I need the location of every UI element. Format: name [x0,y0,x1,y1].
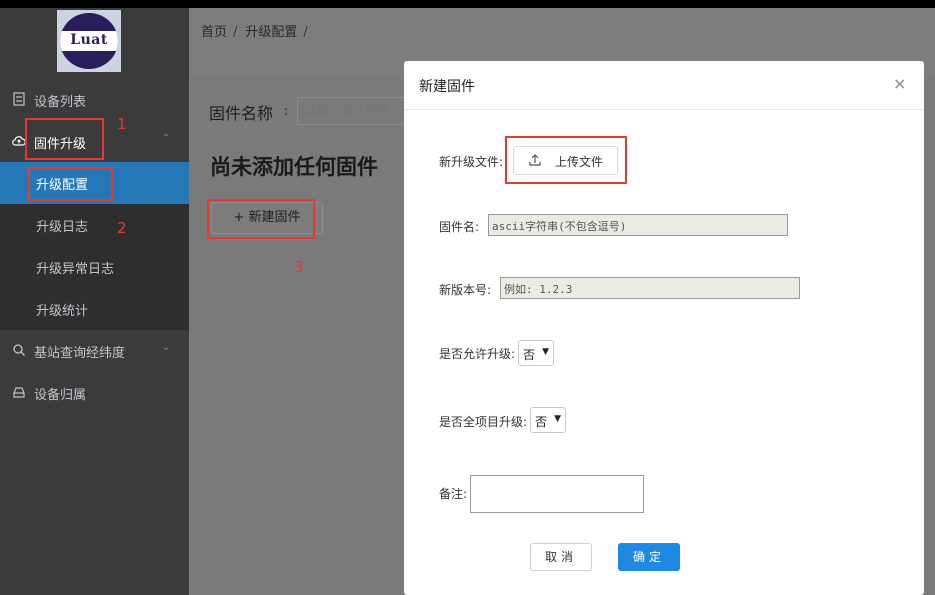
annotation-box-1 [25,118,104,160]
sidebar-item-label: 升级异常日志 [36,262,115,277]
empty-state-title: 尚未添加任何固件 [210,155,378,179]
all-project-upgrade-select[interactable]: 否 ▼ [530,407,566,433]
sidebar-item-label: 设备列表 [34,95,87,110]
note-field[interactable] [470,475,644,513]
chevron-down-icon: ⌄ [162,342,171,353]
annotation-box-2 [28,167,113,201]
logo-text: Luat [70,32,108,48]
annotation-box-upload [505,136,627,184]
confirm-button[interactable]: 确定 [618,543,680,571]
all-project-upgrade-value: 否 [535,415,548,429]
breadcrumb-home[interactable]: 首页 [201,25,227,40]
version-label: 新版本号: [439,283,492,297]
search-icon [13,344,25,356]
window-top-strip [0,0,935,8]
sidebar-item-device-list[interactable]: 设备列表 [0,79,189,121]
breadcrumb-separator: / [233,25,238,40]
dropdown-arrow-icon: ▼ [554,414,561,424]
firmware-name-field[interactable]: ascii字符串(不包含逗号) [488,214,788,236]
filter-label: 固件名称 [209,104,274,123]
new-firmware-dialog: 新建固件 × 新升级文件: 上传文件 固件名: ascii字符串(不包含逗号) … [404,61,924,595]
sidebar-item-upgrade-log[interactable]: 升级日志 [0,204,189,246]
breadcrumb-separator: / [303,25,308,40]
annotation-box-3 [207,199,315,239]
allow-upgrade-select[interactable]: 否 ▼ [518,340,554,366]
logo-circle: Luat [60,13,118,69]
note-label: 备注: [439,487,468,501]
breadcrumb-current: 升级配置 [245,25,298,40]
annotation-number-1: 1 [117,115,127,133]
cloud-upload-icon [12,136,26,146]
all-project-upgrade-label: 是否全项目升级: [439,415,528,429]
list-icon [13,92,25,106]
logo: Luat [57,10,121,72]
close-icon[interactable]: × [893,74,906,93]
sidebar-item-label: 基站查询经纬度 [34,346,126,361]
annotation-number-3: 3 [294,258,304,276]
allow-upgrade-value: 否 [523,348,536,362]
firmware-name-search-input[interactable] [297,97,417,125]
cancel-button[interactable]: 取消 [530,543,592,571]
sidebar-item-cell-lookup[interactable]: 基站查询经纬度 ⌄ [0,330,189,372]
annotation-number-2: 2 [117,219,127,237]
dialog-title: 新建固件 [419,79,475,95]
sidebar-item-device-owner[interactable]: 设备归属 [0,372,189,414]
sidebar: Luat 设备列表 固件升级 ⌃ 升级配置 升级日志 升级异常日志 升级统计 基… [0,8,189,595]
firmware-name-label: 固件名: [439,220,480,234]
sidebar-item-upgrade-error-log[interactable]: 升级异常日志 [0,246,189,288]
sidebar-item-upgrade-stats[interactable]: 升级统计 [0,288,189,330]
upload-file-label: 新升级文件: [439,155,504,169]
sidebar-item-label: 升级统计 [36,304,89,319]
sidebar-item-label: 升级日志 [36,220,89,235]
sidebar-item-label: 设备归属 [34,388,87,403]
allow-upgrade-label: 是否允许升级: [439,347,516,361]
chevron-up-icon: ⌃ [162,133,171,144]
dropdown-arrow-icon: ▼ [542,347,549,357]
version-field[interactable]: 例如: 1.2.3 [500,277,800,299]
filter-colon: : [284,104,289,118]
box-icon [13,387,25,398]
dialog-header: 新建固件 × [404,61,924,110]
breadcrumb: 首页 / 升级配置 / [201,21,316,40]
